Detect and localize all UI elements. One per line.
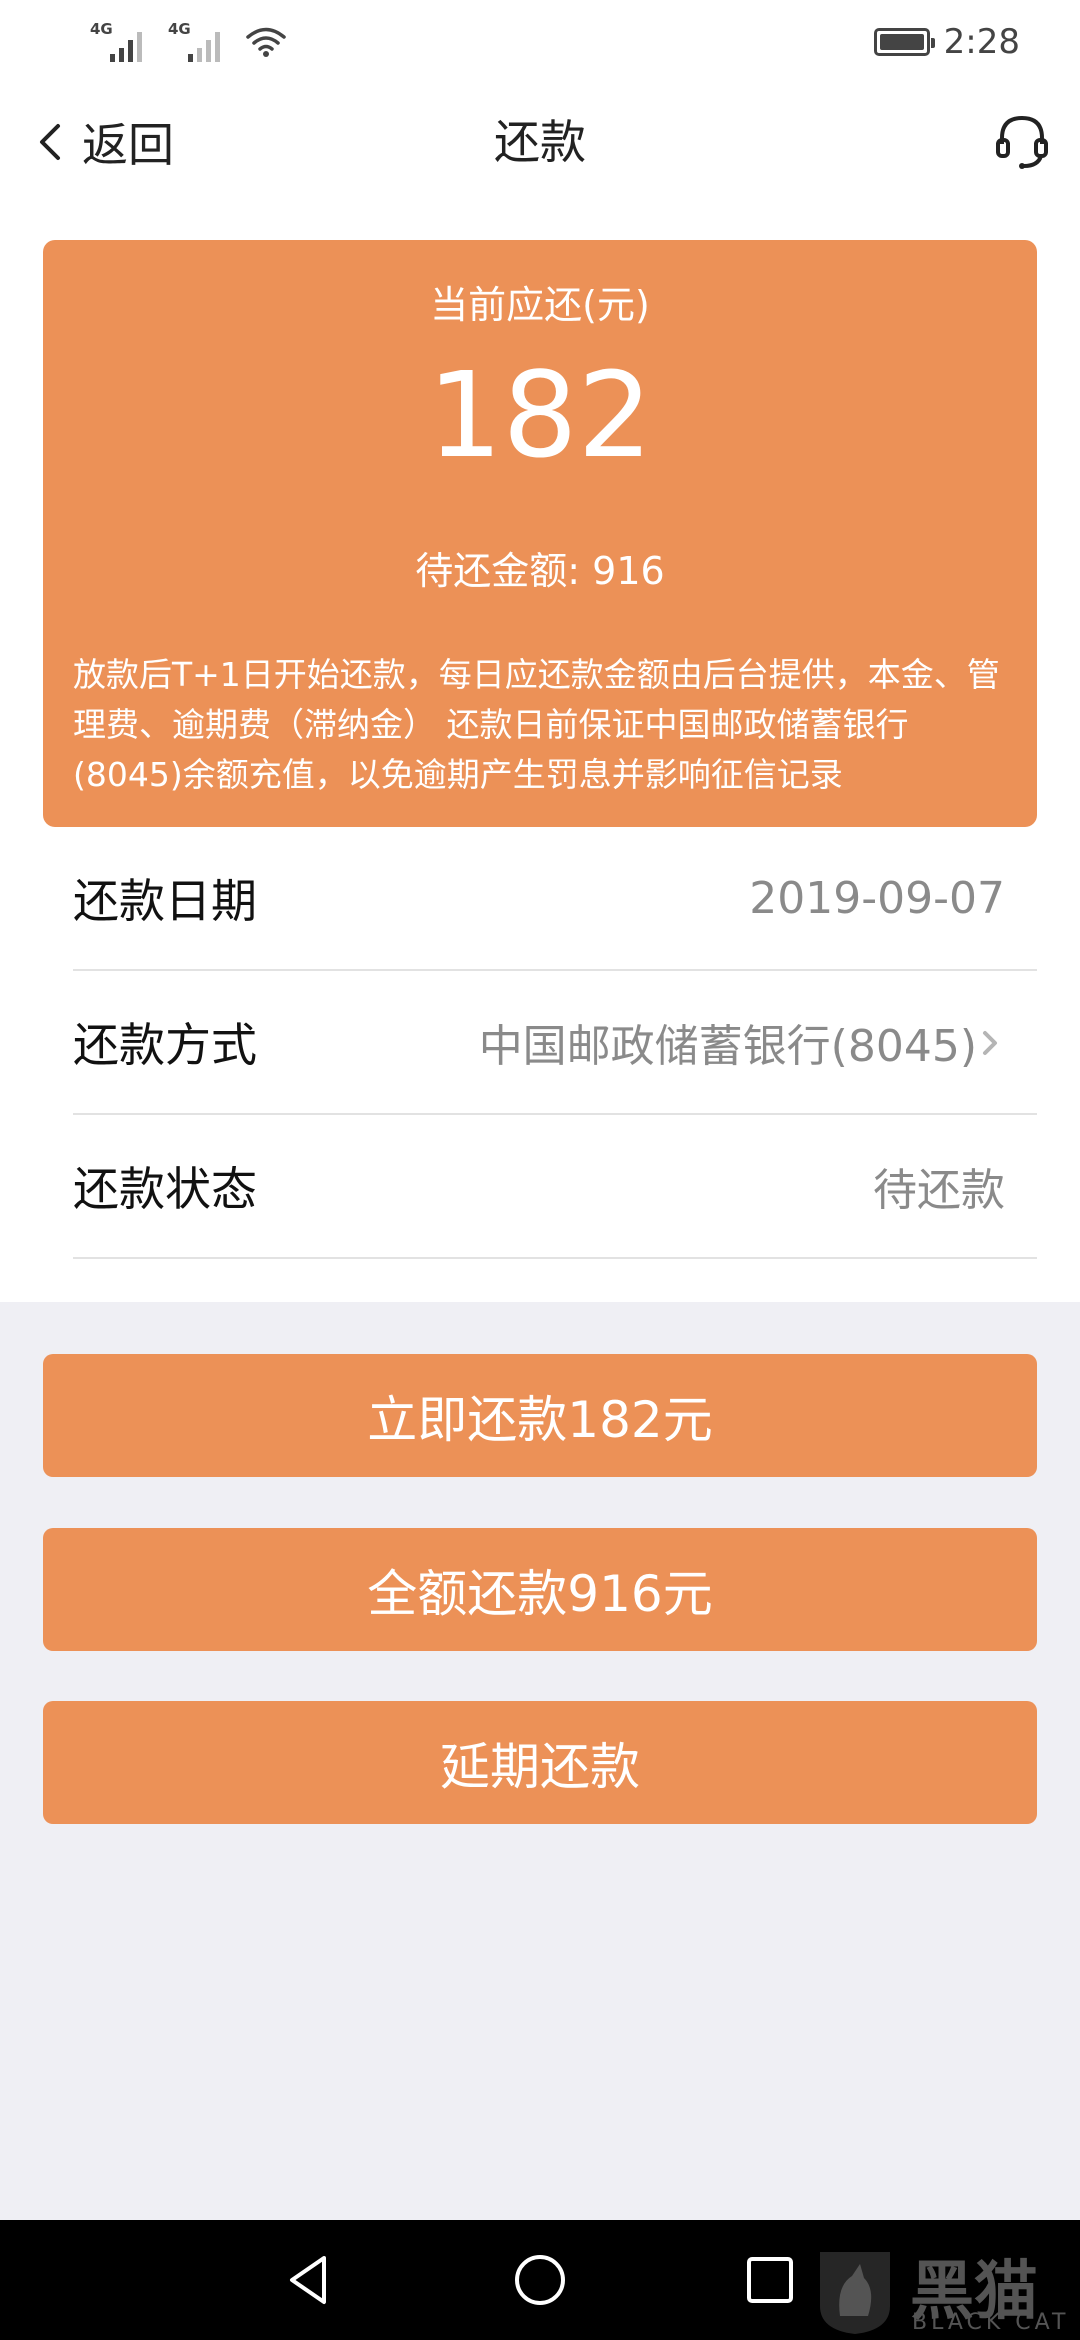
back-button[interactable]: 返回 xyxy=(34,84,174,200)
detail-value: 待还款 xyxy=(873,1165,1005,1216)
watermark: 黑猫 BLACK CAT xyxy=(800,2240,1070,2340)
cat-logo-icon xyxy=(820,2252,890,2334)
triangle-back-icon[interactable] xyxy=(280,2250,340,2310)
pending-amount-label: 待还金额: xyxy=(415,549,593,593)
signal-bars-icon xyxy=(188,28,220,62)
detail-row-date: 还款日期 2019-09-07 xyxy=(73,827,1037,971)
chevron-right-icon xyxy=(983,1031,997,1055)
cell-signal-2: 4G xyxy=(168,20,220,62)
repayment-summary-card: 当前应还(元) 182 待还金额: 916 放款后T+1日开始还款，每日应还款金… xyxy=(43,240,1037,827)
circle-home-icon[interactable] xyxy=(510,2250,570,2310)
detail-list: 还款日期 2019-09-07 还款方式 中国邮政储蓄银行(8045) 还款状态… xyxy=(0,827,1080,1259)
status-bar: 4G 4G 2:28 xyxy=(0,0,1080,84)
wifi-icon xyxy=(246,27,286,57)
cell-signal-1: 4G xyxy=(90,20,142,62)
square-recent-icon[interactable] xyxy=(740,2250,800,2310)
network-type-label: 4G xyxy=(90,20,113,38)
clock: 2:28 xyxy=(943,22,1020,62)
detail-row-method[interactable]: 还款方式 中国邮政储蓄银行(8045) xyxy=(73,971,1037,1115)
back-label: 返回 xyxy=(82,118,174,172)
detail-value: 中国邮政储蓄银行(8045) xyxy=(478,1021,977,1072)
network-type-label: 4G xyxy=(168,20,191,38)
detail-label: 还款方式 xyxy=(73,1018,257,1072)
pay-now-button[interactable]: 立即还款182元 xyxy=(43,1354,1037,1477)
system-nav-bar: 黑猫 BLACK CAT xyxy=(0,2220,1080,2340)
chevron-left-icon xyxy=(40,124,60,160)
current-due-label: 当前应还(元) xyxy=(430,283,650,327)
detail-label: 还款日期 xyxy=(73,874,257,928)
extend-repayment-button[interactable]: 延期还款 xyxy=(43,1701,1037,1824)
pending-amount: 待还金额: 916 xyxy=(43,540,1037,595)
watermark-brand-en: BLACK CAT xyxy=(912,2310,1070,2335)
status-right: 2:28 xyxy=(873,22,1020,62)
battery-icon xyxy=(873,28,935,56)
detail-row-status: 还款状态 待还款 xyxy=(73,1115,1037,1259)
detail-label: 还款状态 xyxy=(73,1162,257,1216)
repayment-notice: 放款后T+1日开始还款，每日应还款金额由后台提供，本金、管理费、逾期费（滞纳金）… xyxy=(73,655,1000,794)
signal-bars-icon xyxy=(110,28,142,62)
current-due-amount: 182 xyxy=(427,346,653,484)
detail-value: 2019-09-07 xyxy=(749,872,1005,924)
nav-bar: 返回 还款 xyxy=(0,84,1080,200)
headset-icon[interactable] xyxy=(994,112,1050,172)
pending-amount-value: 916 xyxy=(592,549,665,593)
pay-full-button[interactable]: 全额还款916元 xyxy=(43,1528,1037,1651)
